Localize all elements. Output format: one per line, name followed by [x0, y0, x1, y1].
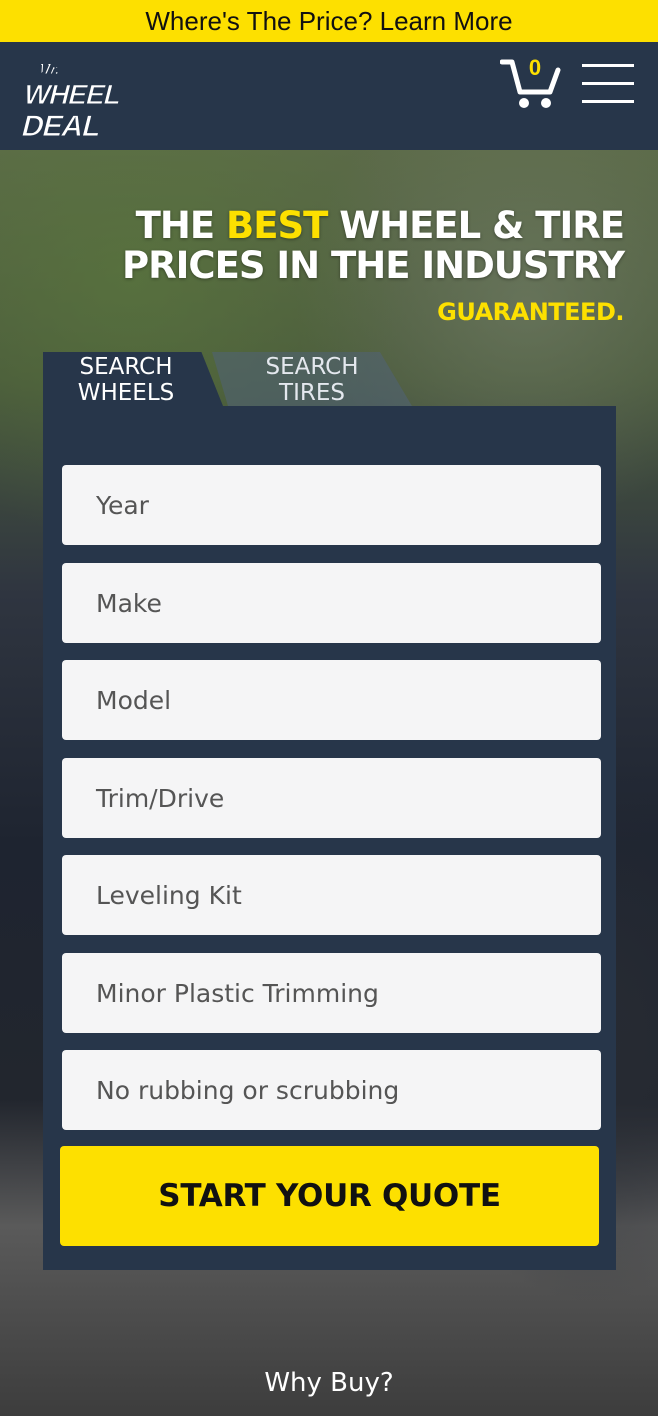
year-select[interactable]: Year: [62, 465, 601, 545]
site-header: Mr. WHEEL DEAL 0: [0, 42, 658, 150]
model-select[interactable]: Model: [62, 660, 601, 740]
hero-headline-line1: THE BEST WHEEL & TIRE: [135, 204, 625, 247]
menu-icon[interactable]: [582, 62, 634, 104]
trim-drive-select[interactable]: Trim/Drive: [62, 758, 601, 838]
svg-text:DEAL: DEAL: [18, 109, 104, 142]
tab-search-tires[interactable]: SEARCH TIRES: [212, 352, 412, 406]
start-quote-button[interactable]: START YOUR QUOTE: [60, 1146, 599, 1246]
rubbing-select[interactable]: No rubbing or scrubbing: [62, 1050, 601, 1130]
promo-bar[interactable]: Where's The Price? Learn More: [0, 0, 658, 42]
tab-search-wheels[interactable]: SEARCH WHEELS: [43, 352, 223, 406]
cart-count-badge: 0: [528, 55, 542, 80]
plastic-trimming-select[interactable]: Minor Plastic Trimming: [62, 953, 601, 1033]
hero-headline-line2: PRICES IN THE INDUSTRY: [122, 244, 625, 287]
svg-text:Mr.: Mr.: [34, 60, 63, 78]
logo[interactable]: Mr. WHEEL DEAL: [16, 56, 120, 142]
hero-accent-word: BEST: [226, 204, 328, 247]
make-select[interactable]: Make: [62, 563, 601, 643]
hero-tagline: GUARANTEED.: [437, 298, 624, 326]
svg-text:WHEEL: WHEEL: [20, 79, 120, 111]
promo-text[interactable]: Where's The Price? Learn More: [145, 6, 512, 37]
why-buy-link[interactable]: Why Buy?: [0, 1368, 658, 1398]
leveling-kit-select[interactable]: Leveling Kit: [62, 855, 601, 935]
